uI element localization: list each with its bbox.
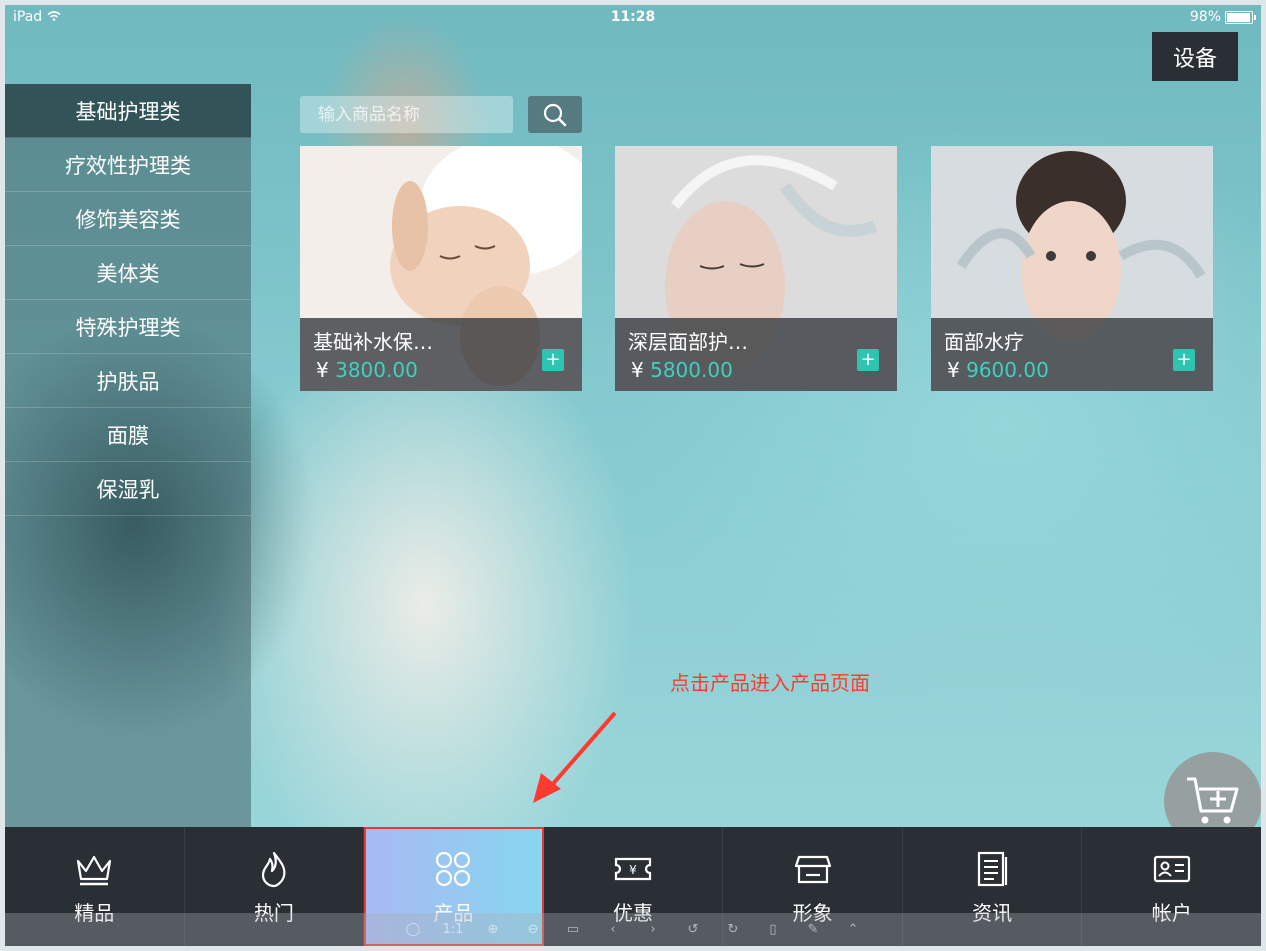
search-input[interactable]	[300, 96, 513, 133]
product-info: 面部水疗 ¥ 9600.00 +	[931, 318, 1213, 391]
edit-icon[interactable]: ✎	[802, 922, 824, 937]
plus-icon: +	[860, 349, 876, 370]
battery-icon	[1225, 10, 1256, 24]
present-icon[interactable]: ▭	[562, 922, 584, 937]
currency-symbol: ¥	[316, 358, 329, 382]
product-price: 5800.00	[650, 358, 733, 382]
product-price: 3800.00	[335, 358, 418, 382]
product-price-row: ¥ 3800.00	[316, 358, 418, 382]
app-frame: iPad 11:28 98% 设备 基础护理类 疗效性护理类 修饰美容类 美体类…	[5, 5, 1261, 946]
flame-icon	[261, 851, 286, 888]
annotation-arrow-icon	[533, 711, 617, 803]
product-price-row: ¥ 5800.00	[631, 358, 733, 382]
add-to-cart-button[interactable]: +	[857, 349, 879, 371]
status-bar: iPad 11:28 98%	[5, 5, 1261, 31]
product-name: 面部水疗	[944, 330, 1024, 354]
product-info: 深层面部护… ¥ 5800.00 +	[615, 318, 897, 391]
currency-symbol: ¥	[947, 358, 960, 382]
product-name: 深层面部护…	[628, 330, 748, 354]
add-to-cart-button[interactable]: +	[1173, 349, 1195, 371]
product-card[interactable]: 面部水疗 ¥ 9600.00 +	[931, 146, 1213, 391]
ticket-icon: ¥	[614, 857, 652, 881]
store-icon	[794, 855, 831, 884]
product-card[interactable]: 基础补水保… ¥ 3800.00 +	[300, 146, 582, 391]
rotate-right-icon[interactable]: ↻	[722, 922, 744, 937]
battery-indicator: 98%	[1189, 9, 1256, 25]
product-name: 基础补水保…	[313, 330, 433, 354]
product-price: 9600.00	[966, 358, 1049, 382]
annotation-text: 点击产品进入产品页面	[670, 671, 870, 695]
status-time: 11:28	[610, 9, 656, 25]
previous-icon[interactable]: ‹	[602, 922, 624, 937]
crown-icon	[77, 855, 112, 886]
svg-text:¥: ¥	[629, 863, 637, 877]
rotate-left-icon[interactable]: ↺	[682, 922, 704, 937]
news-icon	[978, 851, 1008, 887]
mouse-icon[interactable]: ◯	[402, 922, 424, 937]
search-icon	[543, 103, 567, 126]
device-button[interactable]: 设备	[1152, 32, 1238, 81]
currency-symbol: ¥	[631, 358, 644, 382]
zoom-out-icon[interactable]: ⊖	[522, 922, 544, 937]
category-sidebar: 基础护理类 疗效性护理类 修饰美容类 美体类 特殊护理类 护肤品 面膜 保湿乳	[5, 84, 251, 827]
battery-percent: 98%	[1189, 9, 1221, 25]
cart-add-icon	[1187, 777, 1239, 824]
actual-size-button[interactable]: 1:1	[442, 922, 464, 937]
sidebar-item-lotion[interactable]: 保湿乳	[5, 462, 251, 516]
delete-icon[interactable]: ▯	[762, 922, 784, 937]
search-button[interactable]	[528, 96, 582, 133]
sidebar-item-therapeutic-care[interactable]: 疗效性护理类	[5, 138, 251, 192]
more-icon[interactable]: ⌃	[842, 922, 864, 937]
viewer-toolbar: ◯ 1:1 ⊕ ⊖ ▭ ‹ › ↺ ↻ ▯ ✎ ⌃	[5, 913, 1261, 946]
clover-icon	[436, 851, 471, 887]
product-price-row: ¥ 9600.00	[947, 358, 1049, 382]
sidebar-item-skincare[interactable]: 护肤品	[5, 354, 251, 408]
sidebar-item-makeup[interactable]: 修饰美容类	[5, 192, 251, 246]
sidebar-item-body[interactable]: 美体类	[5, 246, 251, 300]
plus-icon: +	[1176, 349, 1192, 370]
sidebar-item-special-care[interactable]: 特殊护理类	[5, 300, 251, 354]
sidebar-item-basic-care[interactable]: 基础护理类	[5, 84, 251, 138]
next-icon[interactable]: ›	[642, 922, 664, 937]
add-to-cart-button[interactable]: +	[542, 349, 564, 371]
zoom-in-icon[interactable]: ⊕	[482, 922, 504, 937]
sidebar-item-mask[interactable]: 面膜	[5, 408, 251, 462]
product-info: 基础补水保… ¥ 3800.00 +	[300, 318, 582, 391]
plus-icon: +	[545, 349, 561, 370]
product-card[interactable]: 深层面部护… ¥ 5800.00 +	[615, 146, 897, 391]
id-card-icon	[1153, 855, 1190, 883]
